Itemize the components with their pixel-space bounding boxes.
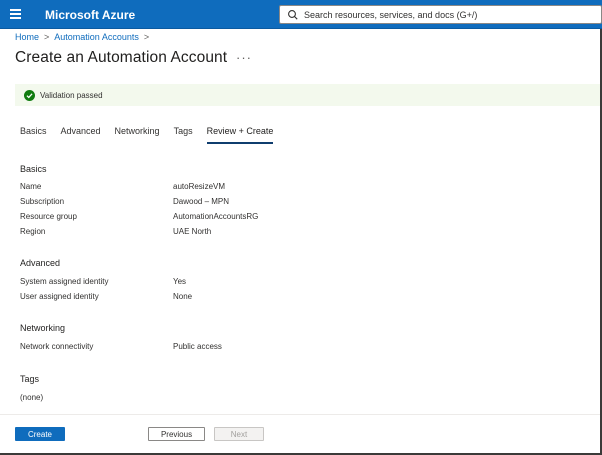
- tab-review-create[interactable]: Review + Create: [206, 126, 273, 144]
- breadcrumb: Home > Automation Accounts >: [15, 32, 154, 42]
- tab-networking[interactable]: Networking: [115, 126, 160, 143]
- chevron-right-icon: >: [143, 32, 150, 42]
- chevron-right-icon: >: [44, 32, 50, 42]
- value-subscription: Dawood – MPN: [173, 197, 230, 206]
- top-bar: Microsoft Azure: [0, 0, 602, 29]
- section-title-tags: Tags: [20, 374, 40, 384]
- section-title-networking: Networking: [20, 323, 66, 333]
- label-region: Region: [20, 227, 46, 236]
- check-circle-icon: [24, 89, 35, 101]
- label-subscription: Subscription: [20, 197, 65, 206]
- previous-button[interactable]: Previous: [148, 427, 205, 441]
- section-title-basics: Basics: [20, 164, 47, 174]
- value-resource-group: AutomationAccountsRG: [173, 212, 259, 221]
- label-user-identity: User assigned identity: [20, 292, 99, 301]
- page-title: Create an Automation Account: [15, 49, 228, 66]
- breadcrumb-home[interactable]: Home: [15, 32, 39, 42]
- tab-advanced[interactable]: Advanced: [61, 126, 101, 143]
- tab-basics[interactable]: Basics: [20, 126, 47, 143]
- menu-icon[interactable]: [10, 9, 21, 19]
- value-tags: (none): [20, 393, 44, 402]
- search-input[interactable]: [304, 9, 594, 20]
- value-user-identity: None: [173, 292, 193, 301]
- label-name: Name: [20, 182, 42, 191]
- next-button: Next: [214, 427, 264, 441]
- breadcrumb-automation-accounts[interactable]: Automation Accounts: [54, 32, 139, 42]
- value-region: UAE North: [173, 227, 212, 236]
- brand-title[interactable]: Microsoft Azure: [45, 8, 135, 22]
- validation-banner: Validation passed: [15, 84, 602, 106]
- search-icon: [288, 9, 298, 20]
- wizard-tabs: Basics Advanced Networking Tags Review +…: [20, 126, 287, 144]
- section-title-advanced: Advanced: [20, 258, 61, 268]
- tab-tags[interactable]: Tags: [174, 126, 193, 143]
- create-button[interactable]: Create: [15, 427, 65, 441]
- label-system-identity: System assigned identity: [20, 277, 109, 286]
- more-options-icon[interactable]: ···: [236, 50, 252, 65]
- validation-message: Validation passed: [40, 90, 103, 100]
- label-resource-group: Resource group: [20, 212, 77, 221]
- label-network-connectivity: Network connectivity: [20, 342, 94, 351]
- footer-divider: [0, 414, 602, 415]
- value-network-connectivity: Public access: [173, 342, 222, 351]
- search-box[interactable]: [279, 5, 602, 24]
- value-system-identity: Yes: [173, 277, 187, 286]
- value-name: autoResizeVM: [173, 182, 226, 191]
